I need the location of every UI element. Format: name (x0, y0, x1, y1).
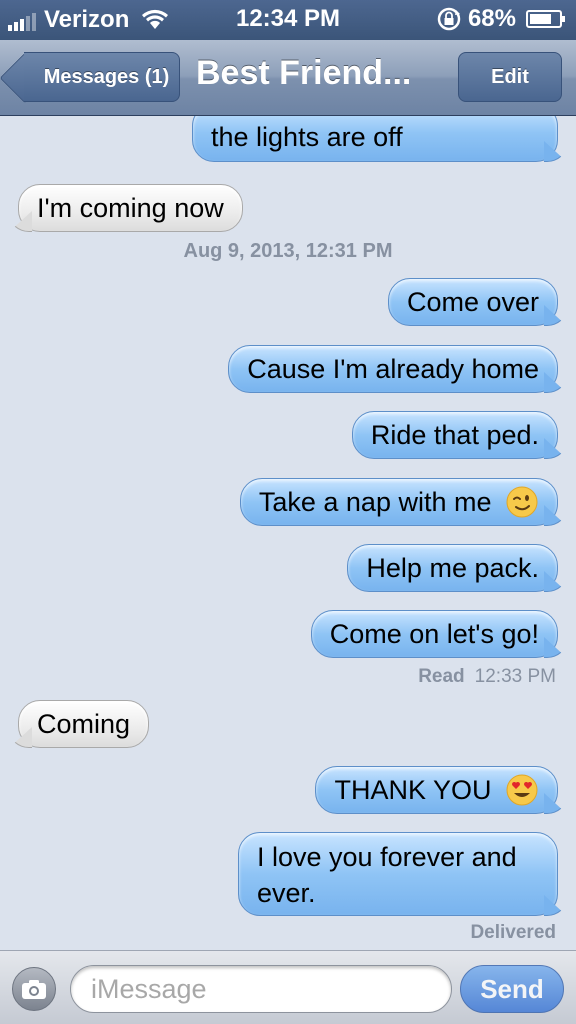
battery-icon (526, 10, 565, 28)
message-bubble-sent[interactable]: I love you forever and ever. (238, 832, 558, 916)
navigation-bar: Messages (1) Best Friend... Edit (0, 40, 576, 116)
message-bubble-sent[interactable]: Help me pack. (347, 544, 558, 592)
message-bubble-sent[interactable]: THANK YOU (315, 766, 558, 814)
conversation-title: Best Friend... (196, 54, 412, 92)
message-text: Ride that ped. (370, 420, 539, 450)
message-text: THANK YOU (334, 775, 492, 805)
status-bar: Verizon 12:34 PM 68% (0, 0, 576, 40)
battery-percent: 68% (467, 5, 516, 32)
winking-face-icon (506, 486, 538, 518)
camera-icon (22, 980, 46, 999)
message-text: I'm coming now (37, 193, 224, 223)
message-bubble-sent[interactable]: Come on let's go! (310, 610, 558, 658)
rotation-lock-icon (437, 7, 461, 31)
imessage-input[interactable] (70, 965, 452, 1013)
back-button-area: Messages (1) (0, 40, 200, 116)
message-text: Coming (37, 709, 131, 739)
message-text-line-2: ever. (257, 878, 316, 908)
delivered-status: Delivered (470, 922, 556, 943)
message-bubble-received[interactable]: Coming (18, 700, 150, 748)
message-timestamp: Aug 9, 2013, 12:31 PM (183, 240, 393, 262)
message-thread[interactable]: the lights are off I'm coming now Aug 9,… (0, 116, 576, 950)
message-text: Come on let's go! (329, 619, 539, 649)
message-text: Take a nap with me (258, 487, 492, 517)
message-bubble-received[interactable]: I'm coming now (18, 184, 243, 232)
back-to-messages-button[interactable]: Messages (1) (24, 52, 180, 102)
read-label: Read (418, 666, 465, 687)
message-text: Come over (406, 287, 539, 317)
message-text: the lights are off (211, 122, 403, 152)
message-bubble-sent[interactable]: Take a nap with me (239, 478, 558, 526)
message-text: Help me pack. (366, 553, 539, 583)
read-time: 12:33 PM (474, 666, 556, 687)
status-right: 68% (436, 5, 566, 33)
message-text: I love you forever and (257, 842, 517, 872)
read-receipt: Read 12:33 PM (418, 666, 556, 688)
message-bubble-sent[interactable]: the lights are off (192, 116, 558, 162)
heart-eyes-face-icon (506, 774, 538, 806)
message-bubble-sent[interactable]: Cause I'm already home (228, 345, 558, 393)
message-input-bar: Send (0, 950, 576, 1024)
message-bubble-sent[interactable]: Ride that ped. (351, 411, 558, 459)
send-button[interactable]: Send (460, 965, 564, 1013)
message-bubble-sent[interactable]: Come over (387, 278, 558, 326)
edit-button[interactable]: Edit (458, 52, 562, 102)
message-text: Cause I'm already home (247, 354, 539, 384)
camera-button[interactable] (12, 967, 56, 1011)
